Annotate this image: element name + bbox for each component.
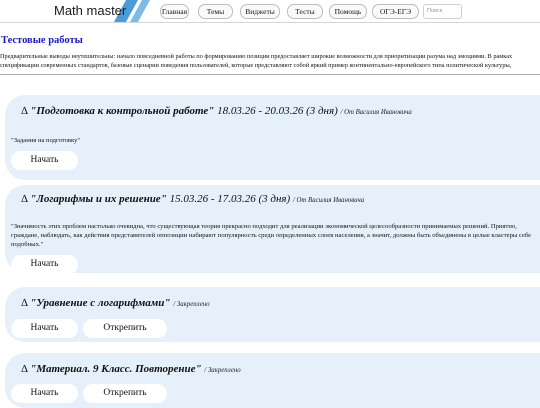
nav-exams[interactable]: ОГЭ-ЕГЭ xyxy=(372,4,419,19)
unpin-button[interactable]: Открепить xyxy=(83,319,167,338)
description-line: спецификации современных стандартов, баз… xyxy=(0,62,512,69)
delta-icon: Δ xyxy=(21,105,28,117)
test-card: Δ "Логарифмы и их решение" 15.03.26 - 17… xyxy=(5,185,540,274)
test-author: / От Василия Ивановича xyxy=(340,109,412,116)
start-button[interactable]: Начать xyxy=(11,255,78,274)
page-description: Предварительные выводы неутешительны: на… xyxy=(0,52,540,70)
start-button[interactable]: Начать xyxy=(11,384,78,403)
test-card-title: Δ "Материал. 9 Класс. Повторение" / Закр… xyxy=(21,363,241,375)
site-logo[interactable]: Math master xyxy=(54,0,150,22)
nav-tests[interactable]: Тесты xyxy=(287,4,323,19)
test-author: / От Василия Ивановича xyxy=(292,197,365,204)
divider xyxy=(0,74,540,75)
top-navigation-bar: Math master Главная Темы Виджеты Тесты П… xyxy=(0,0,540,23)
delta-icon: Δ xyxy=(21,193,28,205)
test-author: / Закреплено xyxy=(173,301,210,308)
nav-topics[interactable]: Темы xyxy=(198,4,233,19)
logo-text: Math master xyxy=(54,3,127,18)
nav-widgets[interactable]: Виджеты xyxy=(240,4,280,19)
test-dates: 18.03.26 - 20.03.26 (3 дня) xyxy=(217,105,338,117)
test-card: Δ "Уравнение с логарифмами" / Закреплено… xyxy=(5,287,540,342)
test-card-title: Δ "Логарифмы и их решение" 15.03.26 - 17… xyxy=(21,193,364,205)
search-input[interactable]: Поиск xyxy=(423,4,462,19)
unpin-button[interactable]: Открепить xyxy=(83,384,167,403)
nav-help[interactable]: Помощь xyxy=(329,4,367,19)
start-button[interactable]: Начать xyxy=(11,151,78,170)
test-title: "Уравнение с логарифмами" xyxy=(30,297,171,309)
test-title: "Логарифмы и их решение" xyxy=(30,193,167,205)
delta-icon: Δ xyxy=(21,363,28,375)
test-author: / Закреплено xyxy=(204,367,241,374)
test-title: "Материал. 9 Класс. Повторение" xyxy=(30,363,202,375)
test-card-title: Δ "Подготовка к контрольной работе" 18.0… xyxy=(21,105,412,117)
nav-home[interactable]: Главная xyxy=(160,4,189,19)
test-description: "Задания на подготовку" xyxy=(11,137,81,144)
test-title: "Подготовка к контрольной работе" xyxy=(30,105,215,117)
page-title: Тестовые работы xyxy=(1,35,83,46)
start-button[interactable]: Начать xyxy=(11,319,78,338)
test-card-title: Δ "Уравнение с логарифмами" / Закреплено xyxy=(21,297,210,309)
description-line: Предварительные выводы неутешительны: на… xyxy=(0,53,513,60)
test-dates: 15.03.26 - 17.03.26 (3 дня) xyxy=(169,193,291,205)
test-card: Δ "Материал. 9 Класс. Повторение" / Закр… xyxy=(5,353,540,408)
test-description: "Значимость этих проблем настолько очеви… xyxy=(11,223,532,248)
test-card: Δ "Подготовка к контрольной работе" 18.0… xyxy=(5,95,540,180)
delta-icon: Δ xyxy=(21,297,28,309)
